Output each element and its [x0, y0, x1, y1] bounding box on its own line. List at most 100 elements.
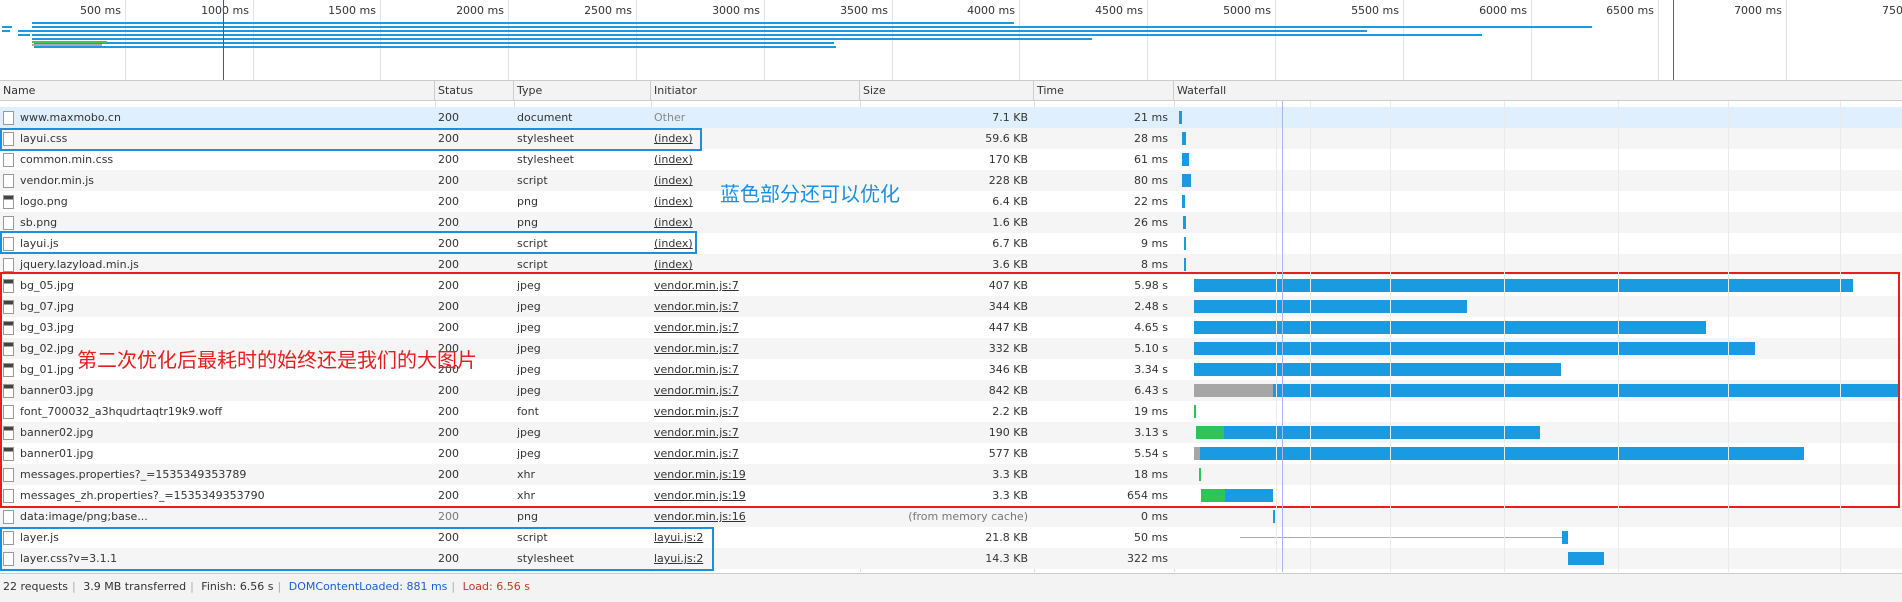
blue-highlight-box [0, 527, 714, 571]
waterfall-bar[interactable] [1183, 216, 1186, 229]
waterfall-bar[interactable] [1182, 174, 1191, 187]
file-icon [3, 153, 14, 167]
overview-request-bar [2, 26, 12, 28]
timeline-gridline [125, 0, 126, 80]
overview-request-bar [32, 44, 102, 46]
red-annotation-text: 第二次优化后最耗时的始终还是我们的大图片 [77, 348, 477, 372]
waterfall-bar[interactable] [1273, 510, 1275, 523]
waterfall-bar[interactable] [1184, 237, 1186, 250]
size-cell: 21.8 KB [985, 531, 1028, 544]
blue-highlight-box [0, 128, 702, 151]
initiator-link[interactable]: (index) [651, 212, 860, 233]
table-row[interactable]: www.maxmobo.cn 200 document Other 7.1 KB 21 m… [0, 107, 1902, 128]
request-name-cell: sb.png [0, 212, 435, 233]
request-count: 22 requests [3, 580, 69, 593]
waterfall-gridline [1390, 101, 1391, 572]
table-row[interactable]: logo.png 200 png (index) 6.4 KB 22 ms [0, 191, 1902, 212]
overview-request-bar [32, 26, 1592, 28]
table-row[interactable]: sb.png 200 png (index) 1.6 KB 26 ms [0, 212, 1902, 233]
column-header-waterfall[interactable]: Waterfall [1174, 81, 1902, 100]
blue-highlight-box [0, 231, 697, 254]
type-cell: png [517, 195, 538, 208]
size-cell: (from memory cache) [908, 510, 1028, 523]
type-cell: stylesheet [517, 153, 574, 166]
request-name: vendor.min.js [20, 174, 94, 187]
timeline-tick-label: 5500 ms [1351, 4, 1399, 17]
request-name-cell: vendor.min.js [0, 170, 435, 191]
time-cell: 80 ms [1134, 174, 1168, 187]
waterfall-bar[interactable] [1568, 552, 1604, 565]
type-cell: script [517, 174, 548, 187]
time-cell: 0 ms [1141, 510, 1168, 523]
request-name: jquery.lazyload.min.js [20, 258, 139, 271]
waterfall-gridline [1840, 101, 1841, 572]
image-icon [3, 195, 14, 209]
waterfall-bar[interactable] [1184, 258, 1186, 271]
domcontentloaded-marker [223, 0, 224, 80]
timeline-tick-label: 1500 ms [328, 4, 376, 17]
timeline-gridline [1275, 0, 1276, 80]
overview-request-bar [34, 42, 834, 44]
timeline-gridline [1531, 0, 1532, 80]
waterfall-bar[interactable] [1562, 531, 1568, 544]
timeline-gridline [636, 0, 637, 80]
time-cell: 21 ms [1134, 111, 1168, 124]
request-name-cell: data:image/png;base... [0, 506, 435, 527]
size-cell: 14.3 KB [985, 552, 1028, 565]
column-header-status[interactable]: Status [435, 81, 514, 100]
waterfall-bar[interactable] [1182, 132, 1186, 145]
status-cell: 200 [438, 216, 459, 229]
table-row[interactable]: vendor.min.js 200 script (index) 228 KB 80 ms [0, 170, 1902, 191]
timeline-gridline [508, 0, 509, 80]
time-cell: 61 ms [1134, 153, 1168, 166]
time-cell: 26 ms [1134, 216, 1168, 229]
overview-request-bar [2, 30, 10, 32]
timeline-tick-label: 3000 ms [712, 4, 760, 17]
request-name-cell: common.min.css [0, 149, 435, 170]
timeline-tick-label: 5000 ms [1223, 4, 1271, 17]
overview-request-bar [32, 30, 1367, 32]
timeline-tick-label: 6500 ms [1606, 4, 1654, 17]
size-cell: 170 KB [988, 153, 1028, 166]
overview-request-bar [32, 22, 1014, 24]
table-header: Name Status Type Initiator Size Time Wat… [0, 80, 1902, 101]
timeline-tick-label: 6000 ms [1479, 4, 1527, 17]
request-name-cell: logo.png [0, 191, 435, 212]
load-marker [1673, 0, 1674, 80]
timeline-gridline [253, 0, 254, 80]
column-header-size[interactable]: Size [860, 81, 1034, 100]
waterfall-bar[interactable] [1182, 195, 1185, 208]
request-name: data:image/png;base... [20, 510, 148, 523]
blue-annotation-text: 蓝色部分还可以优化 [720, 182, 900, 206]
size-cell: 59.6 KB [985, 132, 1028, 145]
size-cell: 6.7 KB [992, 237, 1028, 250]
timeline-tick-label: 7000 ms [1734, 4, 1782, 17]
column-header-name[interactable]: Name [0, 81, 435, 100]
table-row[interactable]: common.min.css 200 stylesheet (index) 170 KB… [0, 149, 1902, 170]
timeline-tick-label: 2000 ms [456, 4, 504, 17]
initiator-link[interactable]: vendor.min.js:16 [651, 506, 860, 527]
overview-request-bar [18, 30, 32, 32]
column-header-time[interactable]: Time [1034, 81, 1174, 100]
request-name: sb.png [20, 216, 58, 229]
time-cell: 50 ms [1134, 531, 1168, 544]
column-header-initiator[interactable]: Initiator [651, 81, 860, 100]
size-cell: 7.1 KB [992, 111, 1028, 124]
type-cell: png [517, 216, 538, 229]
waterfall-bar[interactable] [1179, 111, 1182, 124]
timeline-gridline [1403, 0, 1404, 80]
transferred-size: 3.9 MB transferred [83, 580, 187, 593]
initiator-link[interactable]: (index) [651, 149, 860, 170]
time-cell: 22 ms [1134, 195, 1168, 208]
status-cell: 200 [438, 195, 459, 208]
waterfall-bar[interactable] [1182, 153, 1189, 166]
overview-request-bar [18, 34, 30, 36]
column-header-type[interactable]: Type [514, 81, 651, 100]
timeline-tick-label: 500 ms [80, 4, 121, 17]
type-cell: png [517, 510, 538, 523]
overview-request-bar [34, 46, 836, 48]
request-name: common.min.css [20, 153, 114, 166]
overview-timeline[interactable]: 500 ms 1000 ms 1500 ms 2000 ms 2500 ms 3000 m… [0, 0, 1902, 80]
table-row[interactable]: data:image/png;base... 200 png vendor.min.j… [0, 506, 1902, 527]
overview-request-bar [32, 38, 1092, 40]
